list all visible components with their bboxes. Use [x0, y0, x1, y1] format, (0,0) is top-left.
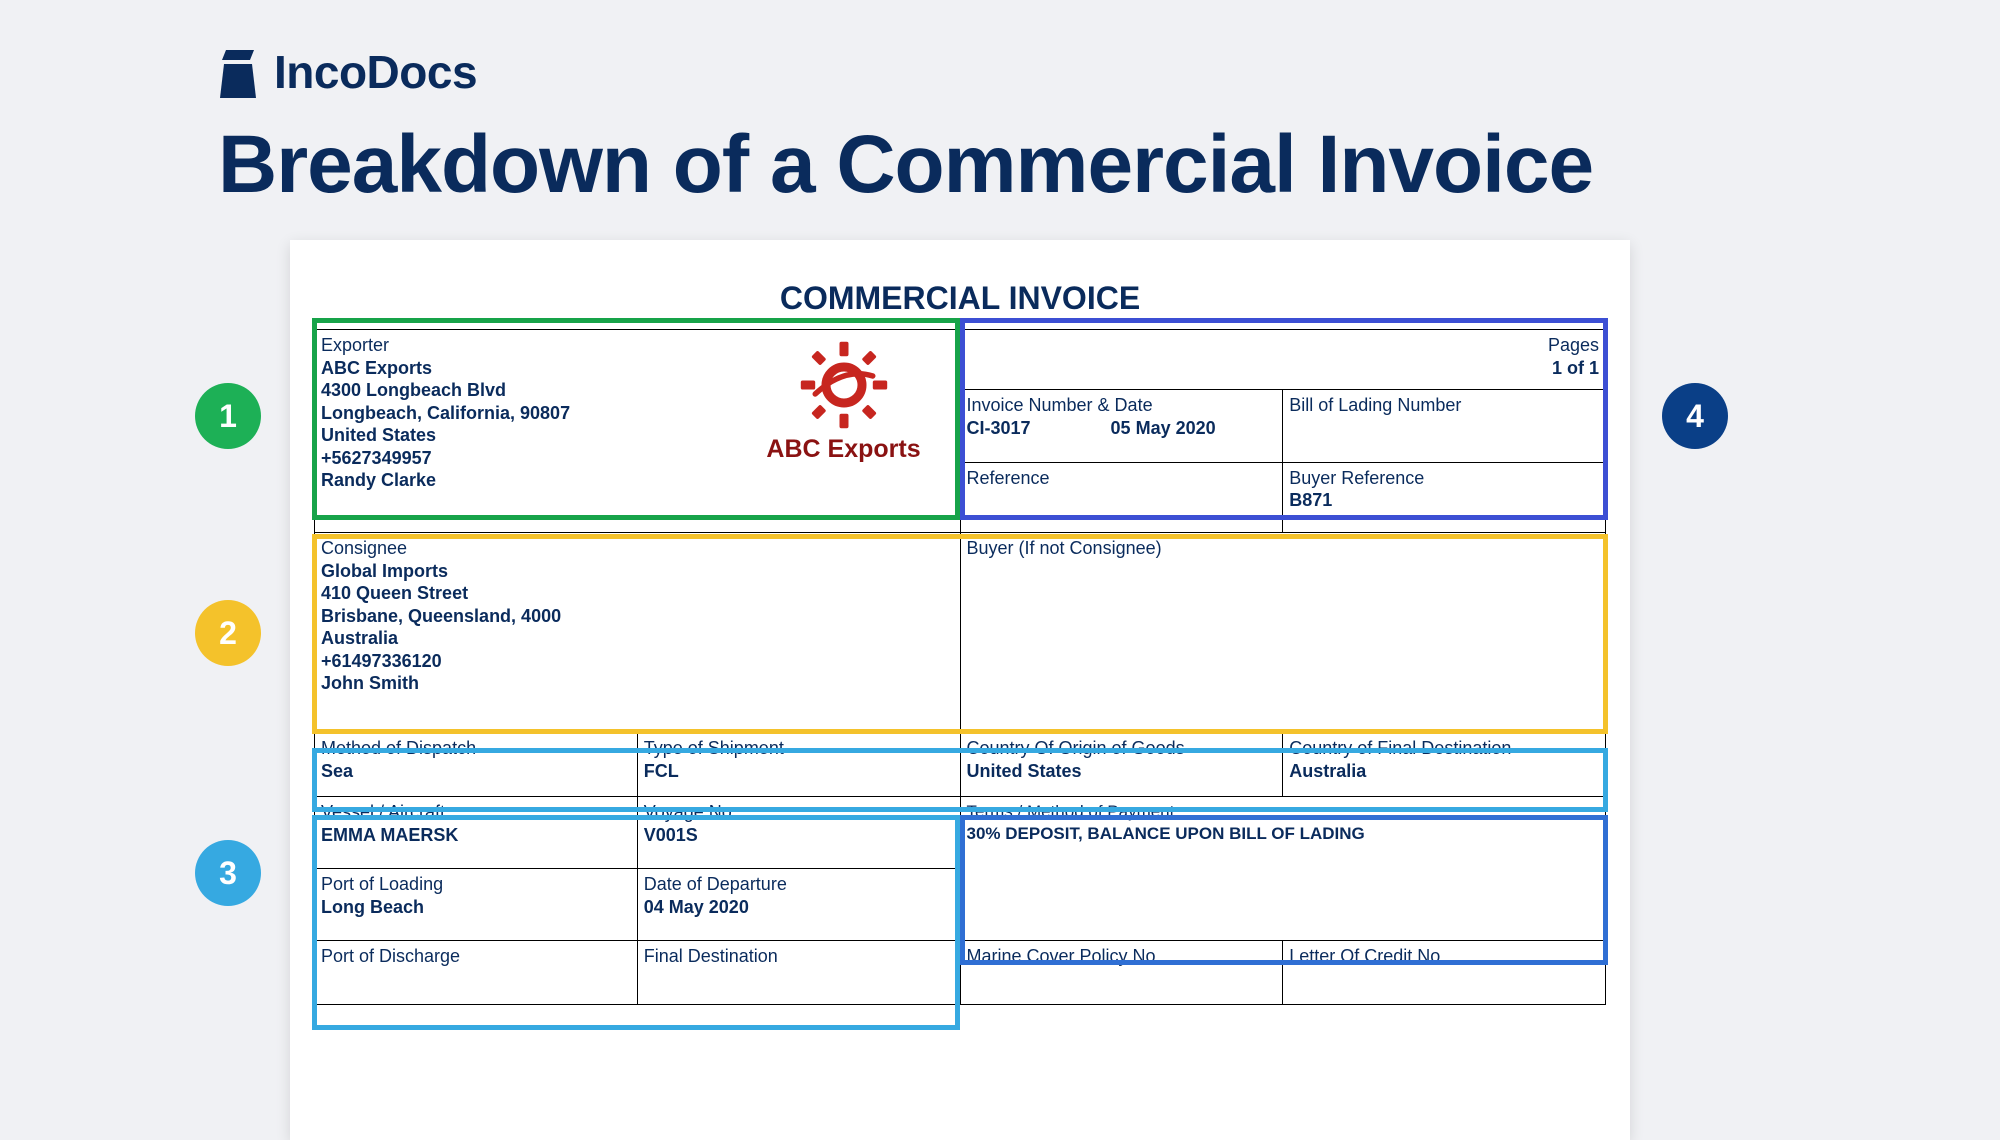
pages-label: Pages	[1548, 335, 1599, 355]
page-title: Breakdown of a Commercial Invoice	[218, 118, 1593, 212]
consignee-contact: John Smith	[321, 673, 419, 693]
invoice-date: 05 May 2020	[1111, 417, 1216, 440]
reference-cell: Reference	[960, 462, 1283, 532]
exporter-cell: Exporter ABC Exports 4300 Longbeach Blvd…	[315, 330, 961, 533]
final-dest-label: Final Destination	[644, 945, 954, 968]
exporter-contact: Randy Clarke	[321, 470, 436, 490]
invoice-no-label: Invoice Number & Date	[967, 394, 1277, 417]
document-sheet: COMMERCIAL INVOICE Exporter ABC Exports …	[290, 240, 1630, 1140]
brand-name: IncoDocs	[274, 45, 477, 99]
marine-label: Marine Cover Policy No	[967, 945, 1277, 968]
badge-2: 2	[195, 600, 261, 666]
origin-label: Country Of Origin of Goods	[967, 737, 1277, 760]
badge-4: 4	[1662, 383, 1728, 449]
exporter-country: United States	[321, 425, 436, 445]
consignee-name: Global Imports	[321, 561, 448, 581]
consignee-addr2: Brisbane, Queensland, 4000	[321, 606, 561, 626]
bol-cell: Bill of Lading Number	[1283, 390, 1606, 463]
origin-cell: Country Of Origin of Goods United States	[960, 733, 1283, 797]
voyage-value: V001S	[644, 825, 698, 845]
dispatch-cell: Method of Dispatch Sea	[315, 733, 638, 797]
consignee-cell: Consignee Global Imports 410 Queen Stree…	[315, 533, 961, 733]
consignee-phone: +61497336120	[321, 651, 442, 671]
invoice-no-value: CI-3017	[967, 417, 1031, 440]
pod-label: Port of Discharge	[321, 945, 631, 968]
pages-cell: Pages 1 of 1	[960, 330, 1606, 390]
final-dest-country-cell: Country of Final Destination Australia	[1283, 733, 1606, 797]
exporter-addr1: 4300 Longbeach Blvd	[321, 380, 506, 400]
shipment-cell: Type of Shipment FCL	[637, 733, 960, 797]
loc-label: Letter Of Credit No	[1289, 945, 1599, 968]
brand-logo-icon	[218, 46, 262, 98]
document-title: COMMERCIAL INVOICE	[314, 280, 1606, 317]
voyage-cell: Voyage No V001S	[637, 797, 960, 869]
pod-cell: Port of Discharge	[315, 941, 638, 1005]
final-dest-cell: Final Destination	[637, 941, 960, 1005]
terms-value: 30% DEPOSIT, BALANCE UPON BILL OF LADING	[967, 824, 1365, 843]
pol-cell: Port of Loading Long Beach	[315, 869, 638, 941]
badge-3: 3	[195, 840, 261, 906]
gear-icon	[799, 340, 889, 430]
dep-value: 04 May 2020	[644, 897, 749, 917]
invoice-table: Exporter ABC Exports 4300 Longbeach Blvd…	[314, 329, 1606, 1005]
exporter-addr2: Longbeach, California, 90807	[321, 403, 570, 423]
origin-value: United States	[967, 761, 1082, 781]
buyer-ref-cell: Buyer Reference B871	[1283, 462, 1606, 532]
bol-label: Bill of Lading Number	[1289, 394, 1599, 417]
pol-label: Port of Loading	[321, 873, 631, 896]
final-dest-c-value: Australia	[1289, 761, 1366, 781]
buyer-alt-label: Buyer (If not Consignee)	[967, 537, 1600, 560]
reference-label: Reference	[967, 467, 1277, 490]
pol-value: Long Beach	[321, 897, 424, 917]
marine-cell: Marine Cover Policy No	[960, 941, 1283, 1005]
shipment-label: Type of Shipment	[644, 737, 954, 760]
dep-cell: Date of Departure 04 May 2020	[637, 869, 960, 941]
loc-cell: Letter Of Credit No	[1283, 941, 1606, 1005]
pages-value: 1 of 1	[1552, 358, 1599, 378]
exporter-name: ABC Exports	[321, 358, 432, 378]
dep-label: Date of Departure	[644, 873, 954, 896]
exporter-logo-name: ABC Exports	[744, 434, 944, 465]
terms-cell: Terms / Method of Payment 30% DEPOSIT, B…	[960, 797, 1606, 941]
vessel-cell: Vessel / Aircraft EMMA MAERSK	[315, 797, 638, 869]
invoice-no-cell: Invoice Number & Date CI-3017 05 May 202…	[960, 390, 1283, 463]
exporter-label: Exporter	[321, 334, 570, 357]
terms-label: Terms / Method of Payment	[967, 801, 1600, 822]
final-dest-c-label: Country of Final Destination	[1289, 737, 1599, 760]
buyer-ref-label: Buyer Reference	[1289, 467, 1599, 490]
consignee-country: Australia	[321, 628, 398, 648]
buyer-ref-value: B871	[1289, 490, 1332, 510]
shipment-value: FCL	[644, 761, 679, 781]
dispatch-label: Method of Dispatch	[321, 737, 631, 760]
vessel-label: Vessel / Aircraft	[321, 801, 631, 824]
voyage-label: Voyage No	[644, 801, 954, 824]
exporter-phone: +5627349957	[321, 448, 432, 468]
vessel-value: EMMA MAERSK	[321, 825, 458, 845]
brand: IncoDocs	[218, 45, 477, 99]
consignee-addr1: 410 Queen Street	[321, 583, 468, 603]
exporter-logo: ABC Exports	[744, 340, 944, 465]
buyer-alt-cell: Buyer (If not Consignee)	[960, 533, 1606, 733]
consignee-label: Consignee	[321, 537, 954, 560]
dispatch-value: Sea	[321, 761, 353, 781]
badge-1: 1	[195, 383, 261, 449]
